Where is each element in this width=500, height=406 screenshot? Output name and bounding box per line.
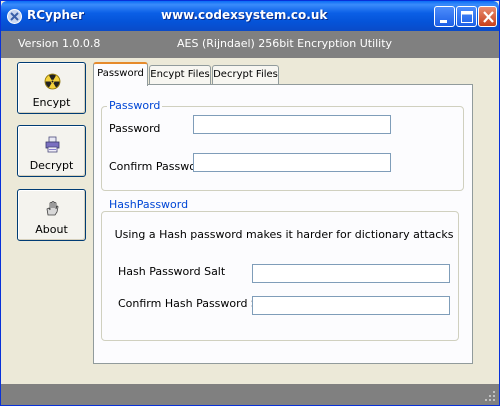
tab-password-label: Password: [97, 68, 144, 79]
radiation-icon: [44, 73, 61, 90]
hash-password-group-title: HashPassword: [107, 198, 191, 211]
resize-grip-icon[interactable]: [484, 390, 496, 402]
confirm-hash-salt-label: Confirm Hash Password Salt: [118, 297, 273, 310]
tab-encrypt-files[interactable]: Encypt Files: [149, 65, 211, 85]
maximize-button[interactable]: [456, 6, 477, 27]
maximize-icon: [461, 11, 473, 23]
printer-icon: [45, 136, 60, 153]
window-title: RCypher: [27, 8, 85, 22]
hand-icon: [46, 201, 59, 216]
tab-decrypt-files-label: Decrypt Files: [213, 69, 278, 80]
hash-salt-input[interactable]: [252, 264, 450, 283]
tab-decrypt-files[interactable]: Decrypt Files: [212, 65, 279, 85]
title-bar[interactable]: RCypher www.codexsystem.co.uk: [1, 1, 499, 31]
utility-description: AES (Rijndael) 256bit Encryption Utility: [177, 37, 393, 50]
tab-encrypt-files-label: Encypt Files: [150, 69, 210, 80]
about-label: About: [35, 223, 68, 236]
minimize-button[interactable]: [434, 6, 455, 27]
hash-info-text: Using a Hash password makes it harder fo…: [114, 228, 454, 241]
password-group-title: Password: [107, 99, 163, 112]
minimize-icon: [440, 20, 447, 23]
tab-panel: Password Password Confirm Password HashP…: [93, 84, 473, 364]
hash-salt-label: Hash Password Salt: [118, 265, 226, 278]
window-url: www.codexsystem.co.uk: [161, 8, 328, 22]
encrypt-button[interactable]: Encypt: [17, 62, 86, 114]
version-label: Version 1.0.0.8: [18, 37, 101, 50]
status-bar: [1, 384, 499, 405]
confirm-password-input[interactable]: [193, 153, 391, 172]
encrypt-label: Encypt: [32, 96, 71, 109]
decrypt-label: Decrypt: [29, 159, 74, 172]
main-window: RCypher www.codexsystem.co.uk Version 1.…: [0, 0, 500, 406]
tab-password[interactable]: Password: [93, 62, 148, 86]
close-icon: [483, 11, 494, 23]
password-input[interactable]: [193, 115, 391, 134]
decrypt-button[interactable]: Decrypt: [17, 125, 86, 177]
close-button[interactable]: [478, 6, 497, 27]
about-button[interactable]: About: [17, 189, 86, 241]
password-label: Password: [109, 122, 161, 135]
app-icon: [7, 9, 22, 24]
confirm-hash-salt-input[interactable]: [252, 296, 450, 315]
